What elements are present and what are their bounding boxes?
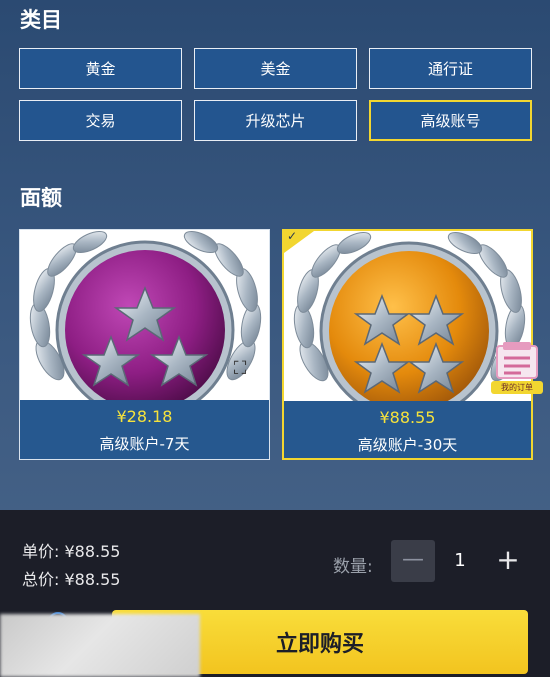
blurred-area (0, 614, 200, 677)
category-button-gold[interactable]: 黄金 (19, 48, 182, 89)
order-list-icon (496, 342, 538, 379)
category-button-upgrade-chip[interactable]: 升级芯片 (194, 100, 357, 141)
card-price: ¥28.18 (116, 407, 173, 426)
quantity-label: 数量: (333, 557, 373, 577)
unit-price: 单价: ¥88.55 (22, 542, 121, 561)
category-section-title: 类目 (20, 8, 62, 32)
category-button-premium-account[interactable]: 高级账号 (369, 100, 532, 141)
category-button-usd[interactable]: 美金 (194, 48, 357, 89)
card-name: 高级账户-7天 (99, 435, 190, 453)
expand-icon[interactable]: ⛶ (229, 358, 251, 380)
silver-three-star-badge-icon: ⛶ (20, 230, 269, 400)
total-price: 总价: ¥88.55 (22, 570, 121, 589)
quantity-increase-button[interactable]: + (490, 540, 526, 582)
my-orders-floating-button[interactable]: 我的订单 (491, 340, 543, 398)
quantity-decrease-button[interactable]: — (391, 540, 435, 582)
category-button-trade[interactable]: 交易 (19, 100, 182, 141)
my-orders-label: 我的订单 (491, 381, 543, 394)
card-price: ¥88.55 (379, 408, 436, 427)
denomination-section-title: 面额 (20, 186, 62, 210)
category-grid: 黄金 美金 通行证 交易 升级芯片 高级账号 (19, 48, 532, 141)
category-button-pass[interactable]: 通行证 (369, 48, 532, 89)
check-icon: ✓ (287, 229, 298, 243)
quantity-value: 1 (454, 550, 466, 571)
card-name: 高级账户-30天 (357, 436, 458, 454)
denomination-card-7day[interactable]: ⛶ ¥28.18 高级账户-7天 (19, 229, 270, 460)
